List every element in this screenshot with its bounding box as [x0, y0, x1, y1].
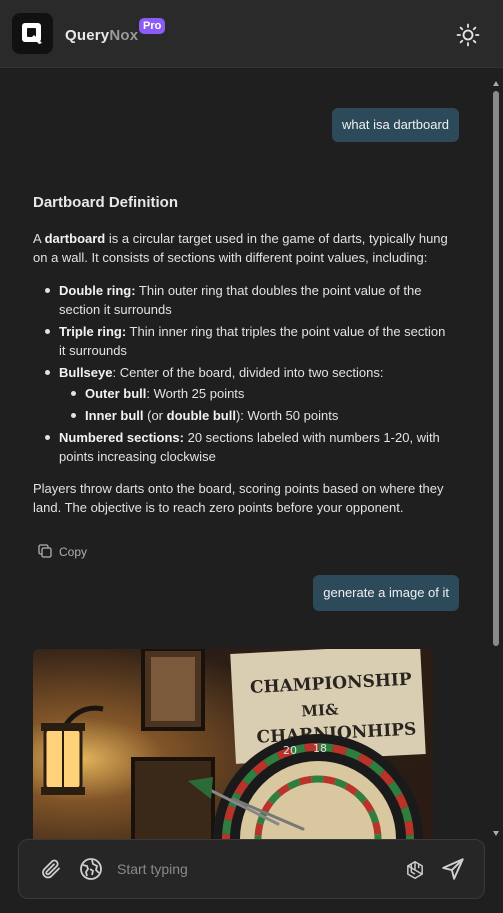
answer-list: Double ring: Thin outer ring that double… — [33, 281, 453, 466]
copy-icon — [37, 543, 53, 562]
list-item: Bullseye: Center of the board, divided i… — [33, 363, 453, 425]
sub-list-item: Outer bull: Worth 25 points — [59, 384, 453, 403]
list-item: Triple ring: Thin inner ring that triple… — [33, 322, 453, 360]
sub-list: Outer bull: Worth 25 points Inner bull (… — [59, 384, 453, 425]
user-message: what isa dartboard — [332, 108, 459, 142]
list-item-bold: Numbered sections: — [59, 430, 184, 445]
generated-image[interactable]: CHAMPIONSHIP MI& CHARNIONHIPS 20 18 — [33, 649, 433, 849]
answer-title: Dartboard Definition — [33, 194, 178, 211]
answer-closing: Players throw darts onto the board, scor… — [33, 481, 444, 515]
pro-badge: Pro — [139, 18, 166, 34]
list-item: Numbered sections: 20 sections labeled w… — [33, 428, 453, 466]
sub-item-text: (or — [143, 408, 167, 423]
send-icon[interactable] — [440, 856, 464, 880]
brand-part-1: Query — [65, 27, 110, 44]
user-message: generate a image of it — [313, 575, 459, 611]
intro-prefix: A — [33, 231, 45, 246]
app-window: QueryNox Pro what isa dartboard Dartboar… — [0, 0, 503, 913]
message-composer — [18, 839, 485, 899]
sign-line-2: MI& — [301, 700, 340, 720]
sub-item-bold-b: double bull — [166, 408, 236, 423]
list-item-bold: Double ring: — [59, 283, 136, 298]
list-item-text: : Center of the board, divided into two … — [112, 365, 384, 380]
copy-button[interactable]: Copy — [37, 543, 87, 561]
openai-model-icon[interactable] — [404, 859, 428, 883]
copy-label: Copy — [59, 545, 88, 559]
sun-icon[interactable] — [456, 23, 480, 47]
list-item: Double ring: Thin outer ring that double… — [33, 281, 453, 319]
list-item-bold: Bullseye — [59, 365, 113, 380]
board-number: 18 — [313, 742, 327, 755]
scroll-up-arrow-icon[interactable] — [493, 81, 499, 86]
globe-icon[interactable] — [79, 857, 103, 881]
message-input[interactable] — [117, 858, 387, 880]
brand-name: QueryNox — [65, 27, 138, 44]
scroll-down-arrow-icon[interactable] — [493, 831, 499, 836]
scroll-thumb[interactable] — [493, 91, 499, 646]
list-item-bold: Triple ring: — [59, 324, 127, 339]
paperclip-icon[interactable] — [39, 857, 63, 881]
sub-item-bold: Inner bull — [85, 408, 144, 423]
sub-item-text-b: ): Worth 50 points — [235, 408, 339, 423]
intro-bold: dartboard — [44, 231, 106, 246]
sub-item-text: : Worth 25 points — [146, 386, 245, 401]
answer-intro: A dartboard is a circular target used in… — [33, 229, 453, 267]
chat-area[interactable]: what isa dartboard Dartboard Definition … — [0, 69, 490, 849]
header: QueryNox Pro — [0, 0, 503, 68]
brand-part-2: Nox — [109, 27, 139, 44]
board-number: 20 — [283, 744, 297, 757]
assistant-message: Dartboard Definition A dartboard is a ci… — [33, 193, 453, 531]
sub-item-bold: Outer bull — [85, 386, 147, 401]
q-logo-icon[interactable] — [12, 13, 53, 54]
sub-list-item: Inner bull (or double bull): Worth 50 po… — [59, 406, 453, 425]
chat-scrollbar[interactable] — [490, 69, 503, 844]
